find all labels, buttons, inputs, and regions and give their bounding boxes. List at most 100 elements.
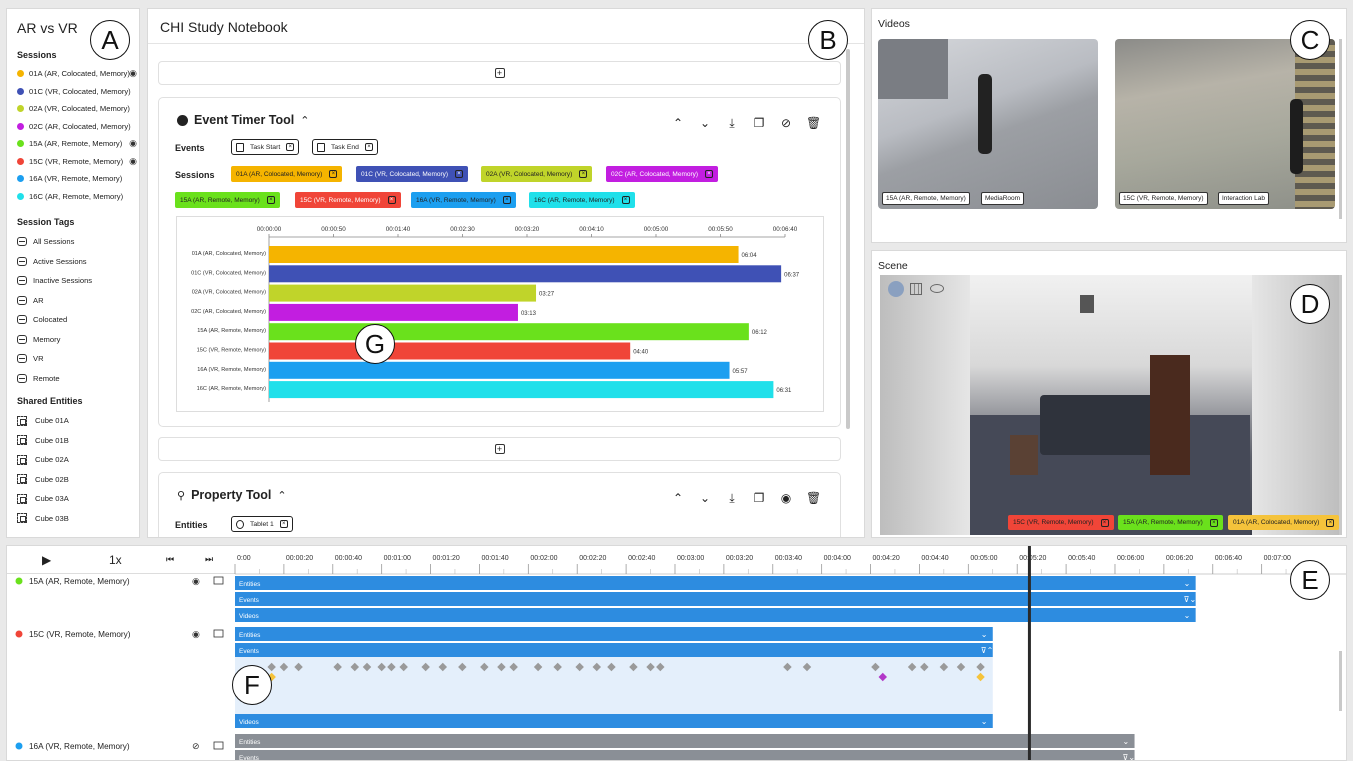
eye-icon[interactable]: ◉ (129, 138, 137, 149)
move-up-icon[interactable]: ⌃ (671, 116, 685, 131)
close-icon[interactable]: × (502, 196, 511, 204)
camera-icon[interactable] (213, 741, 224, 750)
video-player[interactable]: 15C (VR, Remote, Memory) Interaction Lab (1115, 39, 1335, 209)
close-icon[interactable]: × (1326, 518, 1335, 527)
session-chip[interactable]: 15C (VR, Remote, Memory) × (295, 192, 401, 208)
close-icon[interactable]: × (279, 520, 288, 528)
close-icon[interactable]: × (579, 170, 588, 178)
entity-chip[interactable]: Tablet 1 × (231, 516, 293, 532)
session-item[interactable]: 02C (AR, Colocated, Memory) (7, 118, 139, 136)
eye-icon[interactable]: ◉ (192, 630, 200, 640)
chevron-icon[interactable]: ⌄ (1123, 737, 1130, 746)
shared-entity-item[interactable]: Cube 02A (7, 450, 139, 470)
eye-icon[interactable]: ◉ (129, 68, 137, 79)
session-tag-item[interactable]: Inactive Sessions (7, 271, 139, 291)
grid-icon[interactable] (910, 283, 922, 295)
session-item[interactable]: 15C (VR, Remote, Memory) ◉ (7, 153, 139, 171)
close-icon[interactable]: × (1100, 518, 1109, 527)
scene-session-chip[interactable]: 15C (VR, Remote, Memory) × (1008, 515, 1114, 530)
move-up-icon[interactable]: ⌃ (671, 491, 685, 506)
hide-icon[interactable]: ⊘ (779, 116, 793, 131)
orbit-icon[interactable] (930, 284, 944, 293)
timeline-track[interactable]: Videos ⌄ (235, 608, 1196, 622)
chevron-up-icon[interactable]: ⌃ (277, 489, 286, 502)
close-icon[interactable]: × (387, 196, 396, 204)
close-icon[interactable]: × (621, 196, 630, 204)
close-icon[interactable]: × (455, 170, 464, 178)
copy-icon[interactable]: ❐ (752, 491, 766, 506)
session-tag-item[interactable]: Remote (7, 369, 139, 389)
eye-off-icon[interactable]: ⊘ (192, 742, 200, 752)
timeline-track[interactable]: Entities ⌄ (235, 627, 993, 641)
delete-icon[interactable]: 🗑 (806, 491, 821, 506)
chevron-up-icon[interactable]: ⌃ (300, 114, 309, 127)
session-item[interactable]: 16A (VR, Remote, Memory) (7, 170, 139, 188)
perspective-icon[interactable] (888, 281, 904, 297)
timeline-track[interactable]: Videos ⌄ (235, 714, 993, 728)
video-player[interactable]: 15A (AR, Remote, Memory) MediaRoom (878, 39, 1098, 209)
shared-entity-item[interactable]: Cube 03A (7, 489, 139, 509)
scene-session-chip[interactable]: 15A (AR, Remote, Memory) × (1118, 515, 1223, 530)
session-tag-item[interactable]: Active Sessions (7, 252, 139, 272)
timeline-track[interactable]: Events ⊽⌄ (235, 592, 1196, 606)
scene-session-chip[interactable]: 01A (AR, Colocated, Memory) × (1228, 515, 1340, 530)
timeline-track[interactable]: Entities ⌄ (235, 734, 1135, 748)
chevron-icon[interactable]: ⌄ (981, 717, 988, 726)
session-item[interactable]: 15A (AR, Remote, Memory) ◉ (7, 135, 139, 153)
session-item[interactable]: 02A (VR, Colocated, Memory) (7, 100, 139, 118)
chevron-icon[interactable]: ⌄ (1184, 579, 1191, 588)
camera-icon[interactable] (213, 576, 224, 585)
session-chip[interactable]: 16A (VR, Remote, Memory) × (411, 192, 516, 208)
session-chip[interactable]: 15A (AR, Remote, Memory) × (175, 192, 280, 208)
close-icon[interactable]: × (1209, 518, 1218, 527)
session-tag-item[interactable]: AR (7, 291, 139, 311)
session-tag-item[interactable]: All Sessions (7, 232, 139, 252)
download-icon[interactable]: ⤓ (725, 116, 739, 131)
session-tag-item[interactable]: VR (7, 349, 139, 369)
session-item[interactable]: 16C (AR, Remote, Memory) (7, 188, 139, 206)
chevron-icon[interactable]: ⊽⌄ (1123, 753, 1136, 761)
shared-entity-item[interactable]: Cube 02B (7, 470, 139, 490)
move-down-icon[interactable]: ⌄ (698, 491, 712, 506)
eye-icon[interactable]: ◉ (779, 491, 793, 506)
chevron-icon[interactable]: ⊽⌃ (981, 646, 994, 655)
copy-icon[interactable]: ❐ (752, 116, 766, 131)
chevron-icon[interactable]: ⊽⌄ (1184, 595, 1197, 604)
timeline-scrollbar[interactable] (1339, 651, 1342, 711)
chevron-icon[interactable]: ⌄ (981, 630, 988, 639)
shared-entity-item[interactable]: Cube 01A (7, 411, 139, 431)
add-cell-button[interactable]: + (158, 61, 841, 85)
close-icon[interactable]: × (286, 143, 295, 151)
chevron-icon[interactable]: ⌄ (1184, 611, 1191, 620)
shared-entity-item[interactable]: Cube 01B (7, 431, 139, 451)
delete-icon[interactable]: 🗑 (806, 116, 821, 131)
timeline-track[interactable]: Events ⊽⌃ (235, 643, 993, 657)
event-chip[interactable]: Task End × (312, 139, 378, 155)
move-down-icon[interactable]: ⌄ (698, 116, 712, 131)
session-tag-item[interactable]: Colocated (7, 310, 139, 330)
event-chip[interactable]: Task Start × (231, 139, 300, 155)
notebook-scrollbar[interactable] (846, 49, 850, 429)
videos-scrollbar[interactable] (1339, 39, 1342, 219)
session-chip[interactable]: 02A (VR, Colocated, Memory) × (481, 166, 593, 182)
session-chip[interactable]: 01A (AR, Colocated, Memory) × (231, 166, 343, 182)
session-tag-item[interactable]: Memory (7, 330, 139, 350)
session-chip[interactable]: 01C (VR, Colocated, Memory) × (356, 166, 469, 182)
close-icon[interactable]: × (705, 170, 714, 178)
shared-entity-item[interactable]: Cube 03B (7, 509, 139, 529)
scene-scrollbar[interactable] (1339, 275, 1342, 535)
close-icon[interactable]: × (329, 170, 338, 178)
close-icon[interactable]: × (364, 143, 373, 151)
camera-icon[interactable] (213, 629, 224, 638)
session-item[interactable]: 01A (AR, Colocated, Memory) ◉ (7, 65, 139, 83)
scene-viewport[interactable]: 15C (VR, Remote, Memory) × 15A (AR, Remote… (880, 275, 1342, 535)
timeline-track[interactable]: Events ⊽⌄ (235, 750, 1135, 761)
timeline-track[interactable]: Entities ⌄ (235, 576, 1196, 590)
session-chip[interactable]: 02C (AR, Colocated, Memory) × (606, 166, 719, 182)
close-icon[interactable]: × (266, 196, 275, 204)
session-chip[interactable]: 16C (AR, Remote, Memory) × (529, 192, 635, 208)
eye-icon[interactable]: ◉ (129, 156, 137, 167)
session-item[interactable]: 01C (VR, Colocated, Memory) (7, 83, 139, 101)
download-icon[interactable]: ⤓ (725, 491, 739, 506)
eye-icon[interactable]: ◉ (192, 577, 200, 587)
